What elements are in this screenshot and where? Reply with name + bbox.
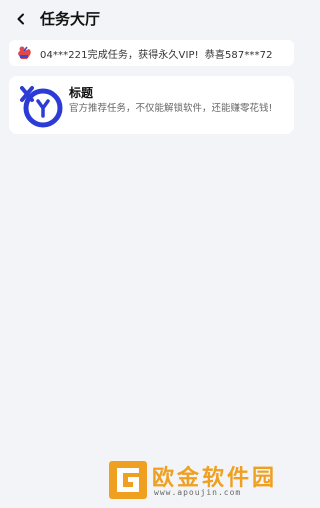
chevron-left-icon — [17, 13, 24, 25]
xy-logo-icon — [20, 86, 63, 128]
gift-icon — [18, 46, 31, 59]
announcement-ticker: 04***221完成任务，获得永久VIP! 恭喜587***72 — [9, 40, 294, 66]
apoujin-logo-icon — [109, 461, 147, 499]
watermark: 欧金软件园 www.apoujin.com — [108, 460, 298, 502]
ticker-message: 恭喜587***72 — [204, 50, 273, 61]
task-title: 标题 — [69, 86, 94, 100]
task-card[interactable]: 标题 官方推荐任务，不仅能解锁软件，还能赚零花钱! — [9, 76, 294, 134]
task-description: 官方推荐任务，不仅能解锁软件，还能赚零花钱! — [69, 103, 273, 114]
ticker-text: 04***221完成任务，获得永久VIP! 恭喜587***72 — [40, 46, 273, 61]
app-header: 任务大厅 — [0, 0, 304, 38]
watermark-url: www.apoujin.com — [154, 488, 242, 497]
page-title: 任务大厅 — [40, 10, 101, 28]
back-button[interactable] — [12, 10, 30, 28]
ticker-message: 04***221完成任务，获得永久VIP! — [40, 50, 199, 61]
